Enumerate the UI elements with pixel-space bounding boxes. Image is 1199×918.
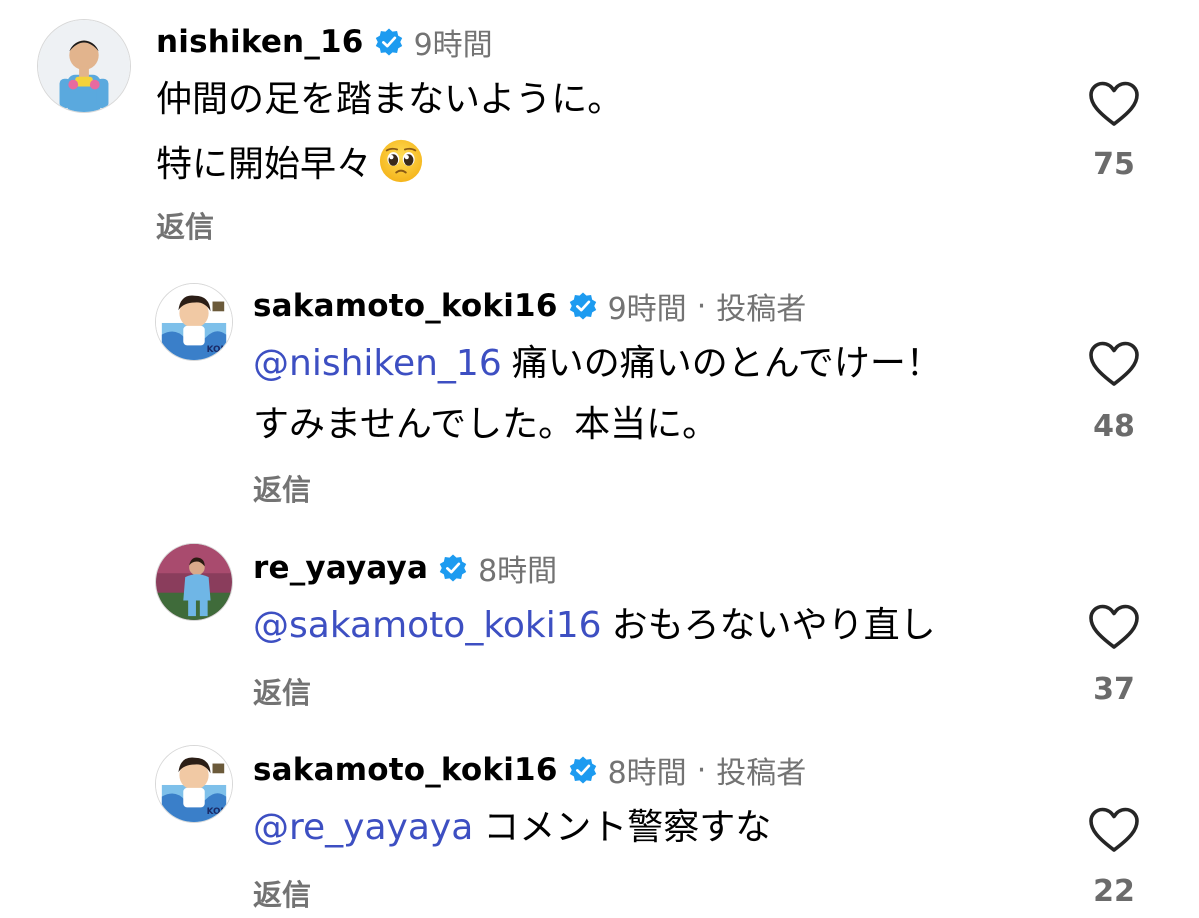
avatar-sakamoto-image: KOKI	[156, 746, 232, 822]
heart-icon[interactable]	[1088, 806, 1140, 854]
avatar-sakamoto[interactable]: KOKI	[155, 745, 233, 823]
username[interactable]: sakamoto_koki16	[253, 752, 558, 788]
comment-sakamoto-2: KOKI sakamoto_koki16 8時間 · 投稿者 @re_yayay…	[0, 0, 1199, 918]
reply-button[interactable]: 返信	[253, 872, 311, 914]
verified-badge-icon	[568, 755, 598, 785]
mention-link[interactable]: @re_yayaya	[253, 807, 473, 848]
comment-text-line: @re_yayaya コメント警察すな	[253, 807, 772, 848]
author-badge: 投稿者	[716, 756, 807, 791]
comment-header: sakamoto_koki16 8時間 · 投稿者	[253, 748, 806, 792]
like-count: 22	[1093, 874, 1135, 909]
timestamp: 8時間	[607, 756, 687, 791]
separator-dot: ·	[696, 752, 707, 788]
svg-text:KOKI: KOKI	[207, 807, 231, 817]
